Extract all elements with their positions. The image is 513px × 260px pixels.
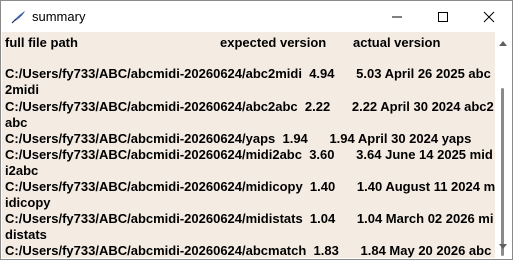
minimize-button[interactable] [374, 1, 420, 32]
maximize-icon [438, 12, 448, 22]
scroll-down-icon[interactable] [499, 244, 507, 250]
summary-window: summary full file path expected version … [0, 0, 513, 260]
vertical-scrollbar[interactable] [495, 32, 511, 258]
header-path: full file path [5, 35, 78, 50]
feather-icon [10, 9, 26, 25]
text-line: C:/Users/fy733/ABC/abcmidi-20260624/midi… [5, 147, 493, 162]
close-icon [483, 11, 495, 23]
scrollbar-thumb[interactable] [501, 88, 504, 256]
scroll-up-icon[interactable] [499, 40, 507, 46]
text-line: 2midi [5, 82, 39, 97]
text-line: C:/Users/fy733/ABC/abcmidi-20260624/abc2… [5, 99, 494, 114]
header-actual-version: actual version [353, 35, 441, 50]
maximize-button[interactable] [420, 1, 466, 32]
minimize-icon [392, 16, 402, 18]
text-line: C:/Users/fy733/ABC/abcmidi-20260624/midi… [5, 211, 494, 226]
text-line: C:/Users/fy733/ABC/abcmidi-20260624/midi… [5, 179, 495, 194]
window-title: summary [32, 9, 86, 24]
text-area[interactable]: full file path expected version actual v… [2, 32, 495, 258]
header-expected-version: expected version [220, 35, 327, 50]
close-button[interactable] [466, 1, 512, 32]
text-line: C:/Users/fy733/ABC/abcmidi-20260624/abc2… [5, 66, 491, 81]
title-bar[interactable]: summary [1, 1, 512, 32]
text-line: C:/Users/fy733/ABC/abcmidi-20260624/abcm… [5, 243, 492, 258]
